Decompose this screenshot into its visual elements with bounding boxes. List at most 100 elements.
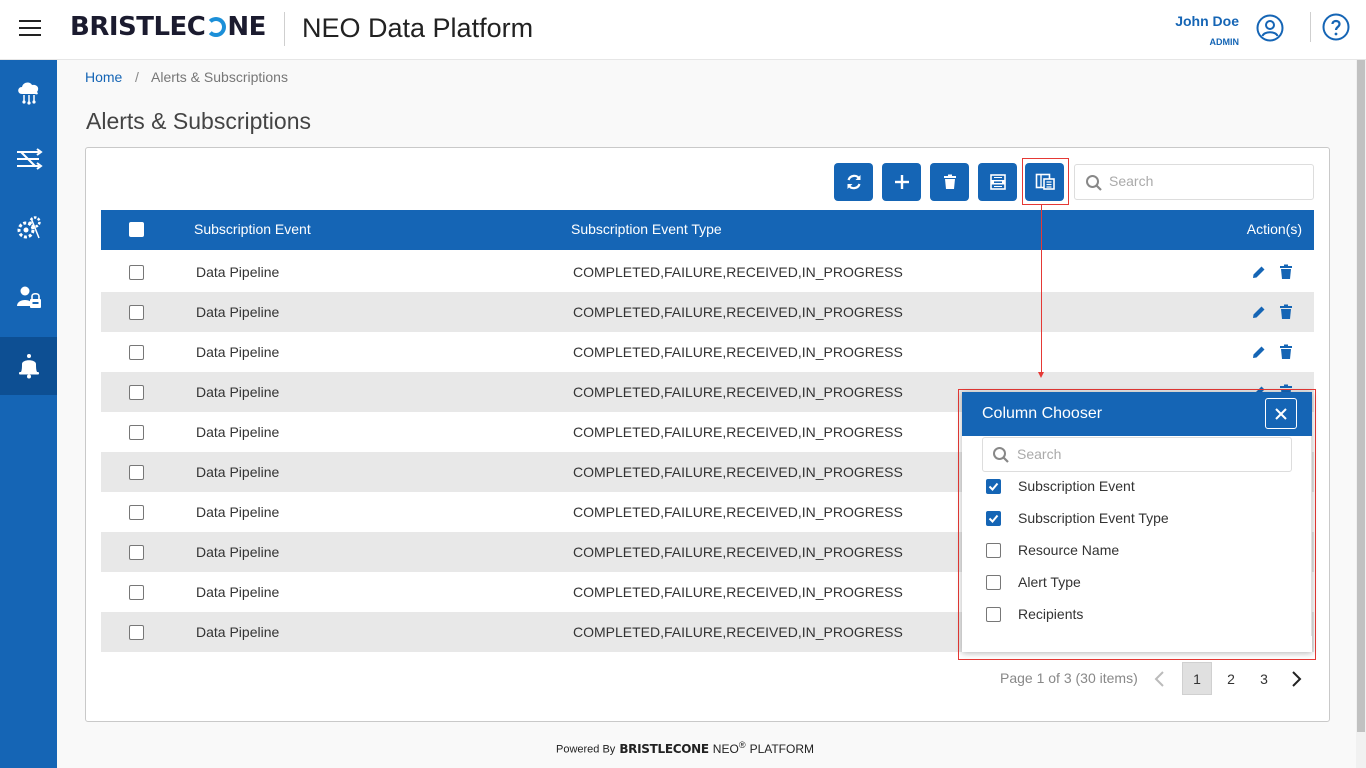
cell-subscription-event: Data Pipeline (196, 464, 280, 480)
row-checkbox[interactable] (129, 385, 144, 400)
row-checkbox[interactable] (129, 265, 144, 280)
page-title: Alerts & Subscriptions (86, 108, 311, 134)
pipeline-flow-icon (16, 148, 43, 170)
sidebar-item-cloud[interactable] (0, 62, 57, 120)
trash-icon (943, 174, 956, 189)
header-divider (284, 12, 285, 46)
table-row: Data Pipeline COMPLETED,FAILURE,RECEIVED… (101, 252, 1314, 292)
bell-icon (18, 354, 39, 379)
hamburger-menu-icon[interactable] (19, 20, 41, 38)
refresh-button[interactable] (834, 163, 873, 201)
checkbox-unchecked[interactable] (986, 607, 1001, 622)
cell-subscription-event-type: COMPLETED,FAILURE,RECEIVED,IN_PROGRESS (573, 624, 903, 640)
column-search-input[interactable] (1017, 446, 1282, 462)
brand-logo: BRISTLEC NE (70, 12, 266, 42)
scrollbar-thumb[interactable] (1357, 60, 1365, 732)
footer-powered-by: Powered By (556, 743, 616, 756)
footer-product: NEO (712, 741, 739, 756)
user-circle-icon[interactable] (1256, 14, 1284, 42)
column-chooser-search (982, 437, 1292, 472)
trash-icon[interactable] (1279, 264, 1293, 280)
cell-subscription-event: Data Pipeline (196, 344, 280, 360)
user-role: ADMIN (1209, 37, 1240, 47)
column-header-subscription-event[interactable]: Subscription Event (194, 221, 311, 237)
cell-subscription-event: Data Pipeline (196, 424, 280, 440)
cell-subscription-event-type: COMPLETED,FAILURE,RECEIVED,IN_PROGRESS (573, 504, 903, 520)
row-checkbox[interactable] (129, 585, 144, 600)
row-checkbox[interactable] (129, 425, 144, 440)
footer: Powered By BRISTLECONE NEO® PLATFORM (556, 740, 814, 756)
export-xlsx-button[interactable] (978, 163, 1017, 201)
app-header: BRISTLEC NE NEO Data Platform John Doe AD… (0, 0, 1366, 60)
trash-icon[interactable] (1279, 344, 1293, 360)
row-checkbox[interactable] (129, 305, 144, 320)
cell-subscription-event-type: COMPLETED,FAILURE,RECEIVED,IN_PROGRESS (573, 584, 903, 600)
table-header: Subscription Event Subscription Event Ty… (101, 210, 1314, 250)
edit-pencil-icon[interactable] (1251, 304, 1267, 320)
row-checkbox[interactable] (129, 625, 144, 640)
column-option-label: Alert Type (1018, 574, 1081, 590)
cell-subscription-event-type: COMPLETED,FAILURE,RECEIVED,IN_PROGRESS (573, 264, 903, 280)
annotation-arrow-head (1038, 372, 1044, 378)
grid-search (1074, 164, 1314, 200)
pager-page-2[interactable]: 2 (1216, 662, 1246, 695)
edit-pencil-icon[interactable] (1251, 344, 1267, 360)
search-input[interactable] (1109, 173, 1304, 189)
row-checkbox[interactable] (129, 465, 144, 480)
pager-page-1[interactable]: 1 (1182, 662, 1212, 695)
close-button[interactable] (1265, 398, 1297, 429)
chevron-right-icon[interactable] (1288, 670, 1304, 688)
row-checkbox[interactable] (129, 545, 144, 560)
row-checkbox[interactable] (129, 505, 144, 520)
column-option-label: Recipients (1018, 606, 1084, 622)
checkbox-unchecked[interactable] (986, 543, 1001, 558)
cell-subscription-event-type: COMPLETED,FAILURE,RECEIVED,IN_PROGRESS (573, 544, 903, 560)
brand-logo-ring (206, 17, 227, 37)
sidebar-item-settings[interactable] (0, 199, 57, 257)
checkbox-checked[interactable] (986, 479, 1001, 494)
page-scrollbar[interactable] (1356, 60, 1366, 768)
checkbox-checked[interactable] (986, 511, 1001, 526)
pager-page-3[interactable]: 3 (1249, 662, 1279, 695)
cell-subscription-event: Data Pipeline (196, 584, 280, 600)
breadcrumb-home[interactable]: Home (85, 69, 122, 85)
select-all-checkbox[interactable] (129, 222, 144, 237)
column-header-subscription-event-type[interactable]: Subscription Event Type (571, 221, 722, 237)
footer-registered: ® (738, 740, 746, 750)
column-chooser-title: Column Chooser (982, 405, 1103, 422)
column-chooser-highlight (1022, 158, 1069, 205)
cell-subscription-event-type: COMPLETED,FAILURE,RECEIVED,IN_PROGRESS (573, 344, 903, 360)
table-row: Data Pipeline COMPLETED,FAILURE,RECEIVED… (101, 292, 1314, 332)
sidebar-item-pipelines[interactable] (0, 130, 57, 188)
cell-subscription-event: Data Pipeline (196, 264, 280, 280)
sidebar-item-alerts[interactable] (0, 337, 57, 395)
column-option-label: Subscription Event (1018, 478, 1135, 494)
pager-summary: Page 1 of 3 (30 items) (1000, 670, 1138, 686)
breadcrumb-separator: / (135, 69, 139, 85)
search-icon (1086, 175, 1102, 191)
help-circle-icon[interactable] (1322, 13, 1350, 41)
cell-subscription-event-type: COMPLETED,FAILURE,RECEIVED,IN_PROGRESS (573, 464, 903, 480)
breadcrumb-current: Alerts & Subscriptions (151, 69, 288, 85)
footer-brand: BRISTLECONE (619, 741, 709, 756)
row-checkbox[interactable] (129, 345, 144, 360)
sidebar-item-user-admin[interactable] (0, 268, 57, 326)
edit-pencil-icon[interactable] (1251, 264, 1267, 280)
cell-subscription-event: Data Pipeline (196, 504, 280, 520)
settings-gear-icon (17, 216, 41, 239)
user-name: John Doe (1175, 13, 1239, 29)
cell-subscription-event: Data Pipeline (196, 384, 280, 400)
column-option-label: Subscription Event Type (1018, 510, 1169, 526)
refresh-icon (846, 174, 861, 190)
cell-subscription-event-type: COMPLETED,FAILURE,RECEIVED,IN_PROGRESS (573, 424, 903, 440)
search-icon (993, 447, 1009, 463)
checkmark-icon (988, 482, 999, 491)
checkbox-unchecked[interactable] (986, 575, 1001, 590)
xlsx-file-icon (989, 174, 1006, 190)
trash-icon[interactable] (1279, 304, 1293, 320)
column-chooser-scrollbar[interactable] (1311, 436, 1312, 636)
chevron-left-icon[interactable] (1152, 670, 1168, 688)
user-admin-icon (16, 286, 41, 308)
delete-button[interactable] (930, 163, 969, 201)
add-button[interactable] (882, 163, 921, 201)
